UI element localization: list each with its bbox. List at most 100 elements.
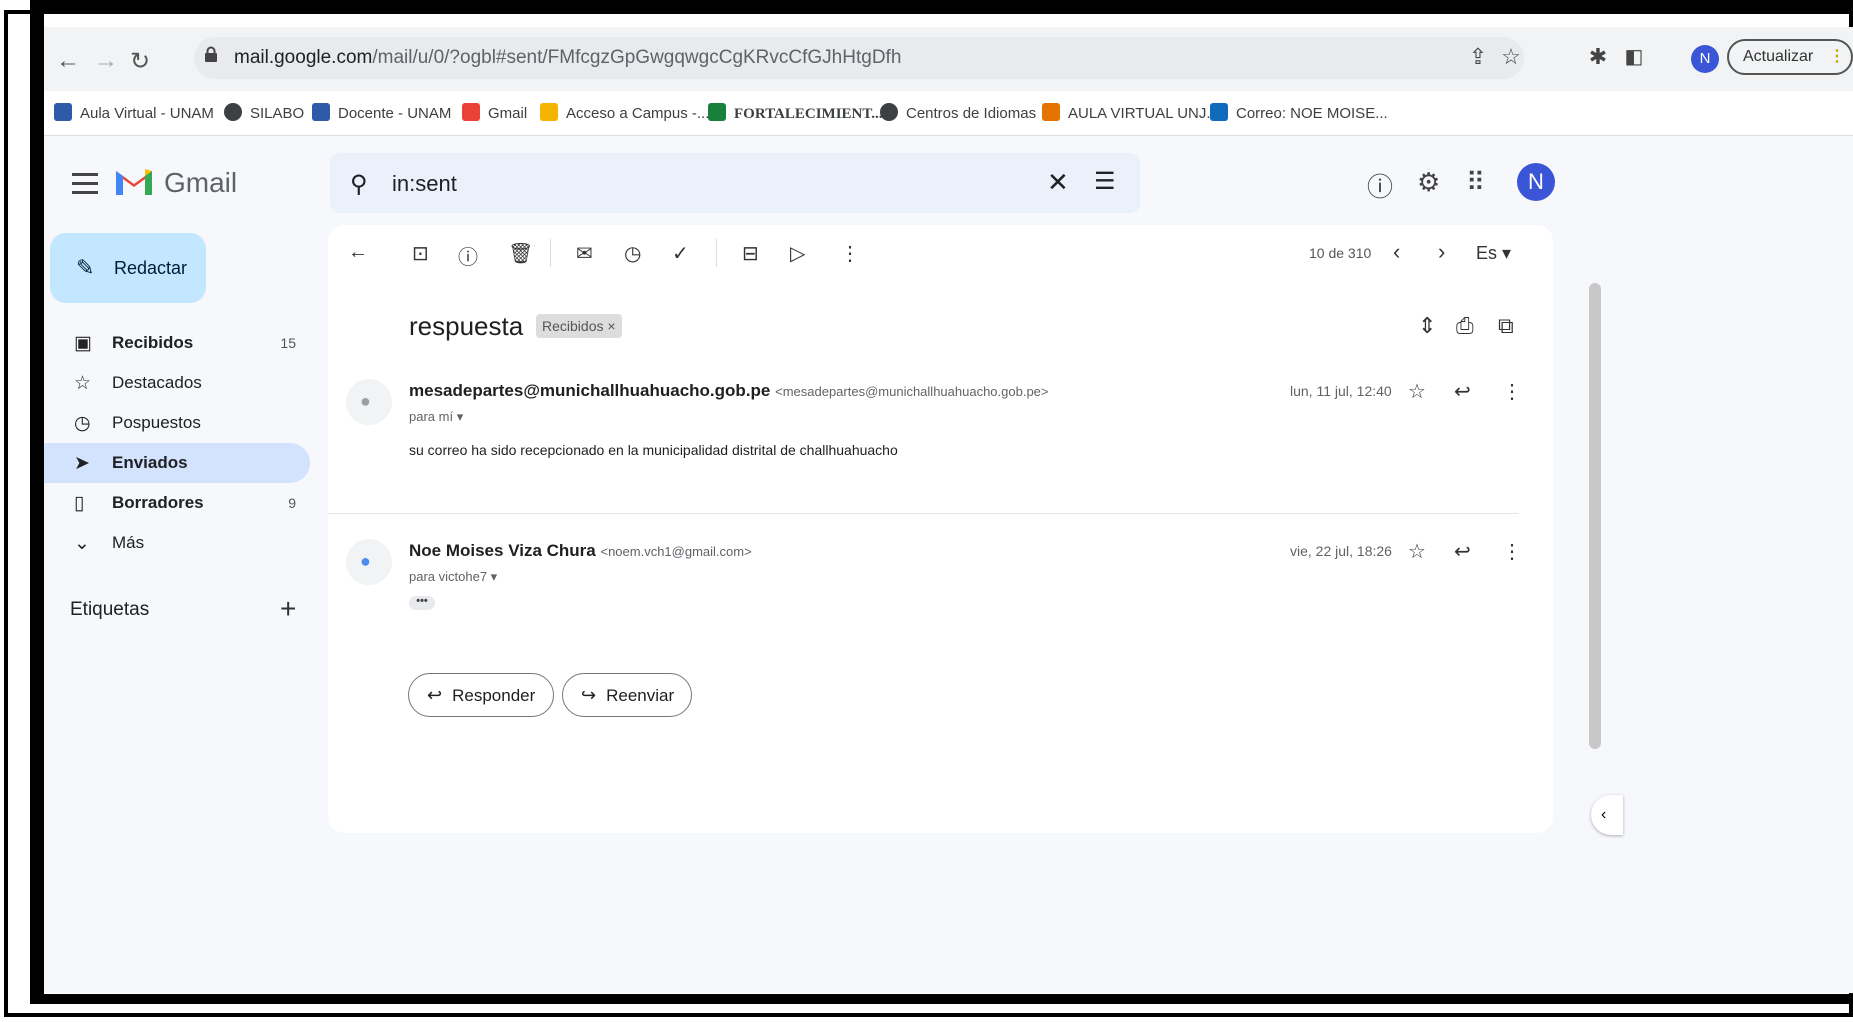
label-chip-recibidos[interactable]: Recibidos × — [536, 314, 622, 338]
message-date: lun, 11 jul, 12:40 — [1290, 383, 1392, 399]
reply-button[interactable]: ↩ Responder — [408, 673, 554, 717]
url-text[interactable]: mail.google.com/mail/u/0/?ogbl#sent/FMfc… — [234, 47, 901, 69]
reload-icon[interactable]: ↻ — [130, 47, 150, 76]
bookmark-item[interactable]: Acceso a Campus -... — [540, 103, 709, 122]
bookmark-item[interactable]: Docente - UNAM — [312, 103, 451, 122]
compose-button[interactable]: ✎ Redactar — [50, 233, 206, 303]
sidebar-item-enviados[interactable]: ➤ Enviados — [44, 443, 310, 483]
bookmark-item[interactable]: Gmail — [462, 103, 527, 122]
clear-search-icon[interactable]: ✕ — [1047, 167, 1069, 198]
sidebar-item-mas[interactable]: ⌄ Más — [44, 523, 310, 563]
url-path: /mail/u/0/?ogbl#sent/FMfcgzGpGwgqwgcCgKR… — [372, 47, 902, 68]
add-task-icon[interactable]: ✓ — [672, 241, 689, 266]
message-date: vie, 22 jul, 18:26 — [1290, 543, 1392, 559]
bookmark-label: Acceso a Campus -... — [566, 105, 710, 122]
sidebar-item-borradores[interactable]: ▯ Borradores 9 — [44, 483, 310, 523]
previous-message-icon[interactable]: ‹ — [1393, 239, 1400, 265]
sidebar-item-label: Enviados — [112, 453, 188, 472]
compose-label: Redactar — [114, 258, 188, 278]
extensions-icon[interactable]: ✱ — [1584, 43, 1612, 71]
bookmark-item[interactable]: Centros de Idiomas — [880, 103, 1036, 122]
bookmark-label: Centros de Idiomas — [906, 105, 1037, 122]
recipient-dropdown[interactable]: para victohe7 ▾ — [409, 569, 497, 585]
main-menu-icon[interactable] — [72, 173, 98, 200]
more-options-icon[interactable]: ⋮ — [1502, 379, 1522, 404]
help-icon[interactable]: ⓘ — [1367, 167, 1393, 204]
globe-icon — [224, 103, 242, 121]
sidebar-item-label: Borradores — [112, 493, 204, 512]
scrollbar[interactable] — [1589, 283, 1601, 749]
sender-email: <mesadepartes@munichallhuahuacho.gob.pe> — [775, 384, 1049, 399]
share-icon[interactable]: ⇪ — [1464, 43, 1492, 71]
url-host: mail.google.com — [234, 47, 373, 68]
more-options-icon[interactable]: ⋮ — [1502, 539, 1522, 564]
star-icon[interactable]: ☆ — [1408, 379, 1426, 404]
sender-name: mesadepartes@munichallhuahuacho.gob.pe — [409, 381, 771, 400]
update-label: Actualizar — [1743, 48, 1814, 65]
browser-profile-avatar[interactable]: N — [1691, 45, 1719, 73]
apps-grid-icon[interactable]: ⠿ — [1466, 167, 1485, 198]
chevron-down-icon: ⌄ — [74, 533, 90, 554]
bookmark-item[interactable]: SILABO — [224, 103, 304, 122]
label-icon[interactable]: ▷ — [790, 241, 805, 266]
reply-icon[interactable]: ↩ — [1454, 539, 1471, 564]
search-icon[interactable]: ⚲ — [350, 170, 368, 199]
forward-label: Reenviar — [606, 686, 675, 705]
search-input[interactable]: in:sent — [392, 171, 457, 197]
archive-icon[interactable]: ⊡ — [412, 241, 429, 266]
inbox-icon: ▣ — [74, 333, 92, 354]
input-tools-button[interactable]: Es ▾ — [1476, 243, 1511, 264]
sidebar-item-destacados[interactable]: ☆ Destacados — [44, 363, 310, 403]
bookmark-label: Docente - UNAM — [338, 105, 452, 122]
next-message-icon[interactable]: › — [1438, 239, 1445, 265]
bookmark-item[interactable]: Aula Virtual - UNAM — [54, 103, 214, 122]
snooze-icon[interactable]: ◷ — [624, 241, 641, 266]
message-divider — [328, 513, 1518, 514]
bookmark-item[interactable]: FORTALECIMIENT... — [708, 103, 883, 123]
person-icon: ● — [360, 551, 371, 571]
forward-button[interactable]: ↪ Reenviar — [562, 673, 692, 717]
open-new-window-icon[interactable]: ⧉ — [1498, 313, 1514, 339]
back-icon[interactable]: ← — [56, 47, 80, 75]
bookmark-item[interactable]: AULA VIRTUAL UNJ... — [1042, 103, 1219, 122]
side-panel-toggle-icon[interactable]: ‹ — [1591, 795, 1623, 835]
back-to-list-icon[interactable]: ← — [348, 241, 368, 264]
sidebar-item-pospuestos[interactable]: ◷ Pospuestos — [44, 403, 310, 443]
star-icon[interactable]: ☆ — [1408, 539, 1426, 564]
sender-avatar: ● — [346, 539, 392, 585]
show-trimmed-content-button[interactable]: ••• — [409, 596, 435, 610]
delete-icon[interactable]: 🗑 — [508, 241, 533, 266]
update-button[interactable]: Actualizar ⋮ — [1727, 39, 1853, 75]
collapse-all-icon[interactable]: ⇕ — [1418, 313, 1436, 339]
bookmark-star-icon[interactable]: ☆ — [1497, 43, 1525, 71]
move-to-icon[interactable]: ⊟ — [742, 241, 759, 266]
forward-icon[interactable]: → — [94, 47, 118, 75]
account-avatar[interactable]: N — [1517, 163, 1555, 201]
message-body: su correo ha sido recepcionado en la mun… — [409, 442, 898, 458]
sender-line: mesadepartes@munichallhuahuacho.gob.pe <… — [409, 381, 1049, 401]
browser-window: ← → ↻ mail.google.com/mail/u/0/?ogbl#sen… — [44, 27, 1853, 993]
sender-line: Noe Moises Viza Chura <noem.vch1@gmail.c… — [409, 541, 752, 561]
sidebar-item-recibidos[interactable]: ▣ Recibidos 15 — [44, 323, 310, 363]
campus-icon — [540, 103, 558, 121]
thread-subject: respuesta — [409, 311, 524, 341]
lock-icon — [205, 46, 217, 62]
sender-email: <noem.vch1@gmail.com> — [600, 544, 752, 559]
print-icon[interactable]: ⎙ — [1456, 313, 1474, 339]
sidebar-item-label: Pospuestos — [112, 413, 201, 432]
more-options-icon[interactable]: ⋮ — [840, 241, 860, 266]
report-spam-icon[interactable]: ⓘ — [458, 241, 478, 270]
reply-icon[interactable]: ↩ — [1454, 379, 1471, 404]
bookmark-item[interactable]: Correo: NOE MOISE... — [1210, 103, 1388, 122]
sender-avatar: ● — [346, 379, 392, 425]
add-label-icon[interactable]: + — [280, 593, 296, 625]
recipient-dropdown[interactable]: para mí ▾ — [409, 409, 463, 425]
mark-unread-icon[interactable]: ✉ — [576, 241, 593, 266]
search-options-icon[interactable]: ☰ — [1094, 167, 1116, 196]
gmail-icon — [462, 103, 480, 121]
address-bar: ← → ↻ mail.google.com/mail/u/0/?ogbl#sen… — [44, 27, 1853, 91]
settings-gear-icon[interactable]: ⚙ — [1417, 167, 1440, 198]
bookmarks-bar: Aula Virtual - UNAM SILABO Docente - UNA… — [44, 91, 1853, 136]
side-panel-icon[interactable]: ◧ — [1620, 43, 1648, 71]
recipient-label: para victohe7 — [409, 569, 488, 584]
